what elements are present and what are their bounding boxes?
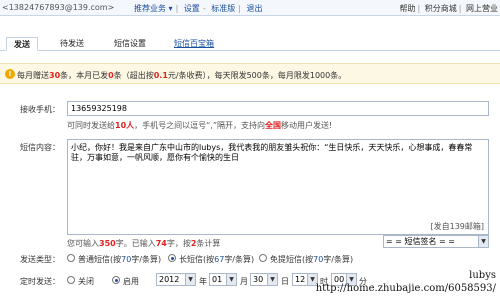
top-nav: 推荐业务 ▾ | 设置 - 标准版 | 退出 <box>134 3 266 14</box>
watermark-url: http://home.zhubajie.com/6058593/ <box>315 283 496 294</box>
month-unit: 月 <box>240 277 248 286</box>
year-unit: 年 <box>199 277 207 286</box>
hour-value: 12 <box>295 275 306 284</box>
tab-pending[interactable]: 待发送 <box>52 37 92 51</box>
sms-content-textarea[interactable]: 小纪，你好！我是来自广东中山市的lubys，我代表我的朋友雏头祝你：“生日快乐，… <box>67 139 489 235</box>
receiver-input[interactable]: 13659325198 <box>67 101 489 116</box>
normal-sms-radio[interactable] <box>67 254 75 262</box>
help-link[interactable]: 帮助 <box>400 4 416 13</box>
separator: | <box>238 4 241 13</box>
watermark: lubys http://home.zhubajie.com/6058593/ <box>316 269 496 295</box>
separator: | <box>175 4 179 13</box>
user-email: <13824767893@139.com> <box>2 3 115 12</box>
signature-select-value: = = 短信签名 = = <box>386 237 455 246</box>
sms-content-text: 小纪，你好！我是来自广东中山市的lubys，我代表我的朋友雏头祝你：“生日快乐，… <box>71 143 473 162</box>
year-select[interactable]: 2012 ▼ <box>156 273 196 286</box>
quota-text: 每月赠送30条，本月已发0条（超出按0.1元/条收费），每天限发500条，每月限… <box>17 71 347 80</box>
tab-send[interactable]: 发送 <box>6 37 38 51</box>
chevron-down-icon: ▼ <box>226 274 236 285</box>
tab-sms-toolbox[interactable]: 短信百宝箱 <box>166 37 222 51</box>
chevron-down-icon: ▼ <box>267 274 277 285</box>
timer-on-radio[interactable] <box>112 276 120 284</box>
char-counter: 您可输入350字。已输入74字，按2条计算 <box>67 239 221 248</box>
receiver-hint: 可同时发送给10人，手机号之间以逗号“,”隔开，支持向全国移动用户发送! <box>67 121 333 130</box>
signature-select[interactable]: = = 短信签名 = = ▼ <box>383 235 489 248</box>
tab-bar: 发送 待发送 短信设置 短信百宝箱 <box>0 35 500 51</box>
long-sms-radio[interactable] <box>168 254 176 262</box>
content-label: 短信内容： <box>20 143 60 152</box>
chevron-down-icon: ▼ <box>478 236 488 247</box>
receiver-label: 接收手机： <box>20 105 60 114</box>
send-type-label: 发送类型： <box>20 255 60 264</box>
hour-select[interactable]: 12 ▼ <box>292 273 318 286</box>
timer-on-label: 启用 <box>123 277 139 286</box>
top-bar: <13824767893@139.com> 推荐业务 ▾ | 设置 - 标准版 | 退… <box>0 0 500 16</box>
logout-link[interactable]: 退出 <box>247 4 263 13</box>
day-unit: 日 <box>281 277 289 286</box>
quota-notice: ! 每月赠送30条，本月已发0条（超出按0.1元/条收费），每天限发500条，每… <box>0 63 500 84</box>
timer-off-label: 关闭 <box>78 277 94 286</box>
top-right-links: 帮助 | 积分商城 | 网上营业 <box>398 3 499 14</box>
separator: | <box>417 4 421 13</box>
day-select[interactable]: 30 ▼ <box>250 273 278 286</box>
separator: | <box>458 4 462 13</box>
normal-sms-option: 普通短信(按70字/条算) <box>78 255 162 264</box>
watermark-name: lubys <box>469 270 496 281</box>
handsfree-sms-option: 免提短信(按70字/条算) <box>270 255 354 264</box>
recommend-menu[interactable]: 推荐业务 ▾ <box>134 4 173 13</box>
year-value: 2012 <box>159 275 180 284</box>
month-value: 01 <box>212 275 223 284</box>
signature-tag: [发自139邮箱] <box>430 222 484 231</box>
points-mall-link[interactable]: 积分商城 <box>425 4 457 13</box>
online-service-link[interactable]: 网上营业 <box>466 4 498 13</box>
info-icon: ! <box>5 69 15 79</box>
settings-link[interactable]: 设置 <box>184 4 200 13</box>
day-value: 30 <box>253 275 264 284</box>
separator: - <box>202 4 206 13</box>
timer-label: 定时发送： <box>20 277 60 286</box>
month-select[interactable]: 01 ▼ <box>209 273 237 286</box>
tab-sms-settings[interactable]: 短信设置 <box>106 37 154 51</box>
standard-version-link[interactable]: 标准版 <box>211 4 235 13</box>
handsfree-sms-radio[interactable] <box>259 254 267 262</box>
timer-off-radio[interactable] <box>67 276 75 284</box>
chevron-down-icon: ▼ <box>185 274 195 285</box>
long-sms-option: 长短信(按67字/条算) <box>179 255 255 264</box>
